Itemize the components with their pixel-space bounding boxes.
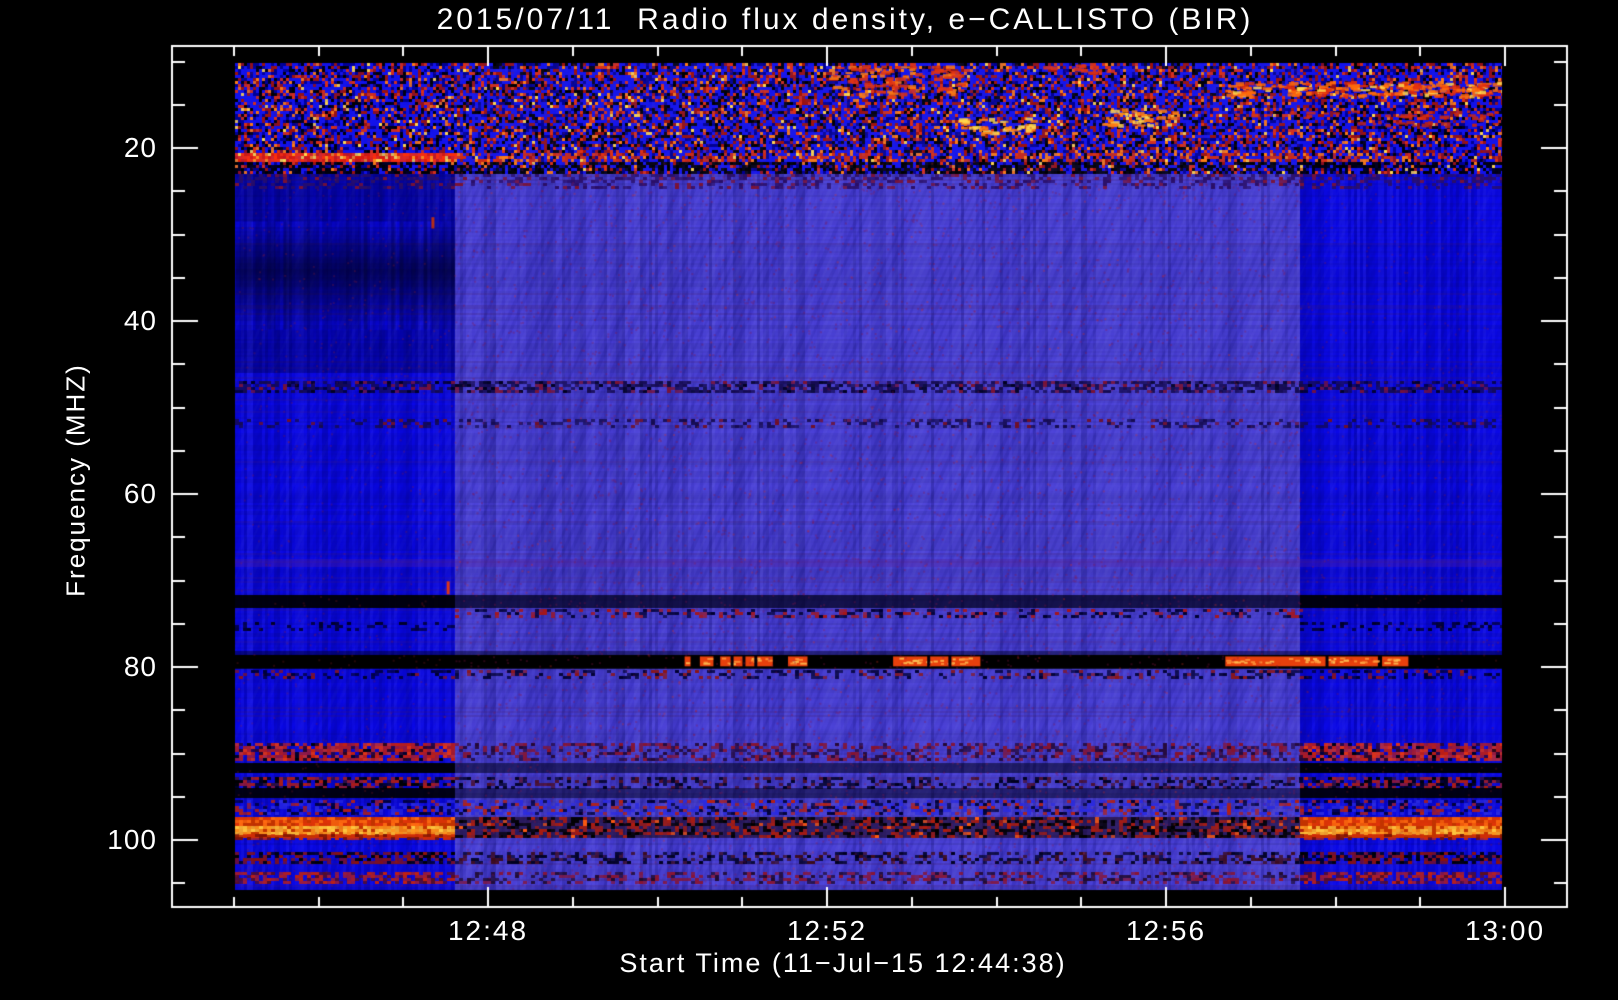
x-tick-label: 12:48 — [447, 915, 529, 946]
x-axis-label: Start Time (11−Jul−15 12:44:38) — [619, 948, 1067, 978]
y-tick-label: 40 — [123, 305, 157, 336]
x-tick-label: 12:52 — [786, 915, 868, 946]
y-axis-label: Frequency (MHZ) — [60, 363, 91, 597]
spectrogram-canvas — [0, 0, 1618, 1000]
chart-title: 2015/07/11 Radio flux density, e−CALLIST… — [436, 3, 1254, 36]
x-tick-label: 13:00 — [1464, 915, 1546, 946]
y-tick-label: 20 — [123, 132, 157, 163]
y-tick-label: 80 — [123, 651, 157, 682]
figure: 2015/07/11 Radio flux density, e−CALLIST… — [0, 0, 1618, 1000]
y-tick-label: 60 — [123, 478, 157, 509]
y-tick-label: 100 — [107, 824, 157, 855]
x-tick-label: 12:56 — [1125, 915, 1207, 946]
